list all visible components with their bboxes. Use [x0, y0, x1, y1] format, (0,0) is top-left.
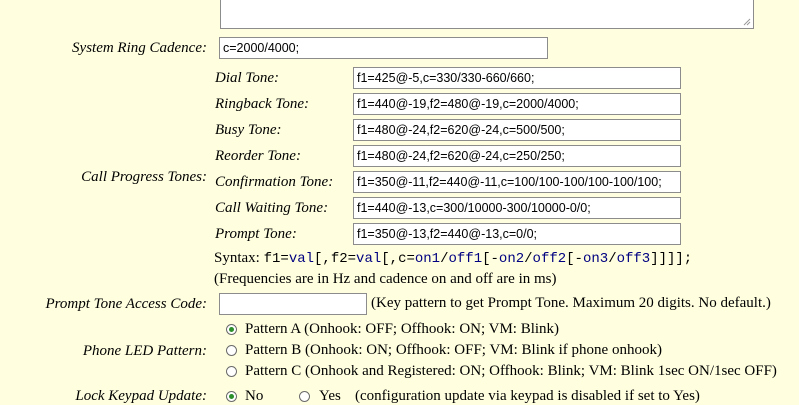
- syntax-keyword: off2: [532, 251, 567, 267]
- syntax-token: /: [440, 251, 449, 267]
- lock-keypad-no-label[interactable]: No: [245, 388, 263, 405]
- led-pattern-a-radio[interactable]: [226, 324, 237, 335]
- phone-led-pattern-label: Phone LED Pattern:: [82, 343, 207, 359]
- prompt-tone-access-code-input[interactable]: [219, 293, 367, 315]
- reorder-tone-input[interactable]: [353, 145, 681, 167]
- lock-keypad-yes-label[interactable]: Yes: [319, 388, 341, 405]
- syntax-keyword: off3: [616, 251, 651, 267]
- syntax-prefix: Syntax:: [214, 250, 260, 266]
- syntax-token: [-: [482, 251, 499, 267]
- led-pattern-a-label[interactable]: Pattern A (Onhook: OFF; Offhook: ON; VM:…: [245, 321, 559, 338]
- busy-tone-label: Busy Tone:: [215, 122, 282, 138]
- confirmation-tone-input[interactable]: [353, 171, 681, 193]
- dial-tone-input[interactable]: [353, 67, 681, 89]
- syntax-token: [-: [566, 251, 583, 267]
- syntax-token: /: [524, 251, 533, 267]
- prompt-tone-input[interactable]: [353, 223, 681, 245]
- reorder-tone-label: Reorder Tone:: [215, 148, 301, 164]
- system-ring-cadence-input[interactable]: [219, 37, 548, 59]
- syntax-token: f1=: [263, 251, 289, 267]
- prompt-tone-access-code-hint: (Key pattern to get Prompt Tone. Maximum…: [371, 295, 771, 311]
- led-pattern-b-label[interactable]: Pattern B (Onhook: ON; Offhook: OFF; VM:…: [245, 342, 662, 359]
- syntax-keyword: val: [288, 251, 315, 267]
- call-progress-tones-label: Call Progress Tones:: [81, 169, 207, 185]
- prompt-tone-label: Prompt Tone:: [215, 226, 297, 242]
- led-pattern-b-radio[interactable]: [226, 345, 237, 356]
- ringback-tone-label: Ringback Tone:: [215, 96, 310, 112]
- syntax-keyword: off1: [448, 251, 483, 267]
- syntax-token: /: [608, 251, 617, 267]
- call-waiting-tone-label: Call Waiting Tone:: [215, 200, 329, 216]
- call-waiting-tone-input[interactable]: [353, 197, 681, 219]
- syntax-token: ]]]];: [650, 251, 693, 267]
- led-pattern-c-label[interactable]: Pattern C (Onhook and Registered: ON; Of…: [245, 363, 777, 380]
- syntax-keyword: on1: [414, 251, 441, 267]
- ringback-tone-input[interactable]: [353, 93, 681, 115]
- lock-keypad-update-hint: (configuration update via keypad is disa…: [355, 388, 700, 404]
- syntax-keyword: on2: [498, 251, 525, 267]
- dial-tone-label: Dial Tone:: [215, 70, 280, 86]
- previous-textarea[interactable]: [220, 0, 754, 29]
- syntax-line: Syntax: f1=val[,f2=val[,c=on1/off1[-on2/…: [214, 250, 692, 267]
- resize-grip-icon[interactable]: [742, 17, 751, 26]
- led-pattern-c-radio[interactable]: [226, 366, 237, 377]
- syntax-token: [,c=: [381, 251, 415, 267]
- confirmation-tone-label: Confirmation Tone:: [215, 174, 334, 190]
- system-ring-cadence-label: System Ring Cadence:: [72, 40, 207, 56]
- prompt-tone-access-code-label: Prompt Tone Access Code:: [45, 296, 207, 312]
- busy-tone-input[interactable]: [353, 119, 681, 141]
- frequency-note: (Frequencies are in Hz and cadence on an…: [214, 271, 557, 287]
- lock-keypad-yes-radio[interactable]: [299, 391, 310, 402]
- lock-keypad-update-label: Lock Keypad Update:: [75, 388, 207, 404]
- lock-keypad-no-radio[interactable]: [226, 391, 237, 402]
- syntax-keyword: on3: [582, 251, 609, 267]
- syntax-code: f1=val[,f2=val[,c=on1/off1[-on2/off2[-on…: [264, 251, 693, 267]
- syntax-keyword: val: [356, 251, 382, 267]
- syntax-token: [,f2=: [314, 251, 357, 267]
